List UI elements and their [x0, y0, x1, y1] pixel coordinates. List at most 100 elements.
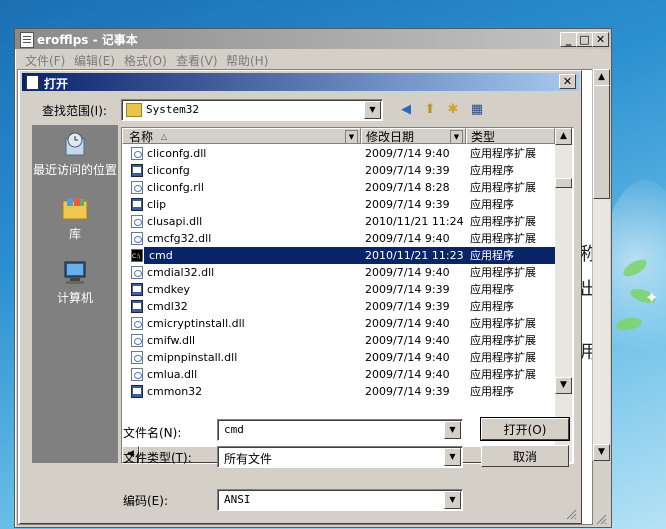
- chevron-down-icon[interactable]: ▼: [444, 448, 461, 466]
- maximize-icon[interactable]: □: [576, 32, 593, 47]
- file-name-text: cliconfg.dll: [147, 147, 207, 160]
- place-label-libraries: 库: [68, 227, 81, 241]
- open-button[interactable]: 打开(O): [480, 417, 570, 441]
- file-name-text: cmifw.dll: [147, 334, 196, 347]
- file-date: 2009/7/14 9:40: [365, 334, 450, 347]
- file-row[interactable]: cmdkey 2009/7/14 9:39 应用程序: [122, 281, 555, 298]
- chevron-down-icon[interactable]: ▼: [364, 101, 381, 119]
- filetype-dropdown[interactable]: 所有文件 ▼: [217, 446, 463, 468]
- open-file-dialog: 打开 ✕ 查找范围(I): System32 ▼ ◀ ⬆ ✱ ▦ 最近访问的位置…: [19, 70, 582, 524]
- new-folder-icon[interactable]: ✱: [443, 101, 463, 119]
- file-name: cmd: [147, 247, 185, 264]
- file-name: cmmon32: [147, 383, 202, 400]
- place-recent[interactable]: 最近访问的位置: [32, 131, 118, 178]
- file-date: 2009/7/14 9:40: [365, 147, 450, 160]
- file-row[interactable]: clusapi.dll 2010/11/21 11:24 应用程序扩展: [122, 213, 555, 230]
- look-in-dropdown[interactable]: System32 ▼: [121, 99, 383, 121]
- scroll-down-icon[interactable]: ▼: [555, 377, 572, 394]
- sort-ascending-icon: △: [161, 132, 168, 141]
- place-label-recent: 最近访问的位置: [32, 163, 117, 177]
- file-name-text: cmcfg32.dll: [147, 232, 212, 245]
- file-name: cmdl32: [147, 298, 188, 315]
- encoding-value: ANSI: [224, 493, 251, 506]
- file-name: cmicryptinstall.dll: [147, 315, 245, 332]
- file-row[interactable]: cmdial32.dll 2009/7/14 9:40 应用程序扩展: [122, 264, 555, 281]
- view-menu-icon[interactable]: ▦: [467, 101, 487, 119]
- menu-format[interactable]: 格式(O): [124, 52, 167, 69]
- close-icon[interactable]: ✕: [592, 32, 609, 47]
- place-libraries[interactable]: 库: [32, 195, 118, 242]
- file-type: 应用程序扩展: [470, 147, 536, 160]
- file-row[interactable]: clip 2009/7/14 9:39 应用程序: [122, 196, 555, 213]
- desktop-bird-icon: ✦: [645, 288, 659, 307]
- file-list-vertical-scrollbar[interactable]: ▲ ▼: [555, 128, 572, 462]
- filename-value: cmd: [224, 423, 244, 436]
- scroll-up-icon[interactable]: ▲: [555, 128, 572, 145]
- menu-file[interactable]: 文件(F): [25, 52, 65, 69]
- dialog-title: 打开: [44, 77, 69, 91]
- file-type: 应用程序: [470, 164, 514, 177]
- file-date: 2009/7/14 9:40: [365, 351, 450, 364]
- column-header-name[interactable]: 名称 △ ▼: [122, 128, 361, 144]
- dialog-resize-grip-icon[interactable]: [565, 508, 577, 520]
- exe-file-icon: [131, 164, 143, 177]
- up-folder-icon[interactable]: ⬆: [420, 101, 440, 119]
- file-name: cmdial32.dll: [147, 264, 214, 281]
- scroll-thumb[interactable]: [593, 85, 610, 199]
- file-date: 2009/7/14 9:39: [365, 283, 450, 296]
- column-filter-icon[interactable]: ▼: [450, 130, 463, 144]
- file-date: 2009/7/14 9:40: [365, 266, 450, 279]
- dll-file-icon: [131, 232, 143, 245]
- file-row[interactable]: cmifw.dll 2009/7/14 9:40 应用程序扩展: [122, 332, 555, 349]
- dialog-close-icon[interactable]: ✕: [559, 74, 576, 89]
- file-name-text: cmipnpinstall.dll: [147, 351, 238, 364]
- menu-view[interactable]: 查看(V): [176, 52, 218, 69]
- dll-file-icon: [131, 147, 143, 160]
- place-label-computer: 计算机: [56, 291, 93, 305]
- file-row[interactable]: cmicryptinstall.dll 2009/7/14 9:40 应用程序扩展: [122, 315, 555, 332]
- cmd-file-icon: [131, 248, 143, 265]
- file-type: 应用程序: [470, 300, 514, 313]
- chevron-down-icon[interactable]: ▼: [444, 491, 461, 509]
- menu-help[interactable]: 帮助(H): [226, 52, 268, 69]
- scroll-down-icon[interactable]: ▼: [593, 444, 610, 461]
- cancel-button[interactable]: 取消: [481, 445, 569, 467]
- column-header-date[interactable]: 修改日期 ▼: [361, 128, 466, 144]
- folder-icon: [126, 103, 142, 117]
- libraries-icon: [62, 197, 88, 220]
- scroll-thumb[interactable]: [555, 178, 572, 188]
- column-filter-icon[interactable]: ▼: [345, 130, 358, 144]
- encoding-dropdown[interactable]: ANSI ▼: [217, 489, 463, 511]
- file-row[interactable]: cmipnpinstall.dll 2009/7/14 9:40 应用程序扩展: [122, 349, 555, 366]
- menu-edit[interactable]: 编辑(E): [74, 52, 115, 69]
- file-row[interactable]: cliconfg.rll 2009/7/14 8:28 应用程序扩展: [122, 179, 555, 196]
- scroll-up-icon[interactable]: ▲: [593, 69, 610, 86]
- file-date: 2010/11/21 11:23: [365, 249, 464, 262]
- file-row[interactable]: cmlua.dll 2009/7/14 9:40 应用程序扩展: [122, 366, 555, 383]
- recent-places-icon: [65, 132, 85, 156]
- file-row[interactable]: cmcfg32.dll 2009/7/14 9:40 应用程序扩展: [122, 230, 555, 247]
- file-row[interactable]: cmdl32 2009/7/14 9:39 应用程序: [122, 298, 555, 315]
- file-row[interactable]: cliconfg 2009/7/14 9:39 应用程序: [122, 162, 555, 179]
- resize-grip-icon[interactable]: [595, 513, 607, 525]
- notepad-vertical-scrollbar[interactable]: ▲ ▼: [592, 69, 610, 461]
- place-computer[interactable]: 计算机: [32, 259, 118, 306]
- file-name-text: cmdl32: [147, 300, 188, 313]
- file-row[interactable]: cmd 2010/11/21 11:23 应用程序: [122, 247, 555, 265]
- dialog-title-bar[interactable]: 打开 ✕: [22, 73, 579, 91]
- chevron-down-icon[interactable]: ▼: [444, 421, 461, 439]
- file-date: 2010/11/21 11:24: [365, 215, 464, 228]
- filename-input[interactable]: cmd ▼: [217, 419, 463, 441]
- column-header-type[interactable]: 类型: [466, 128, 555, 144]
- filename-label: 文件名(N):: [123, 426, 182, 440]
- file-row[interactable]: cmmon32 2009/7/14 9:39 应用程序: [122, 383, 555, 400]
- back-icon[interactable]: ◀: [396, 101, 416, 119]
- minimize-icon[interactable]: _: [560, 32, 577, 47]
- file-name-text: cmicryptinstall.dll: [147, 317, 245, 330]
- exe-file-icon: [131, 300, 143, 313]
- file-name: cliconfg.dll: [147, 145, 206, 162]
- file-row[interactable]: cliconfg.dll 2009/7/14 9:40 应用程序扩展: [122, 145, 555, 162]
- file-type: 应用程序: [470, 385, 514, 398]
- notepad-title-bar[interactable]: erofflps - 记事本 _ □ ✕: [15, 29, 611, 49]
- file-list[interactable]: 名称 △ ▼ 修改日期 ▼ 类型 cliconfg.dll 2009/7/14 9…: [121, 127, 574, 464]
